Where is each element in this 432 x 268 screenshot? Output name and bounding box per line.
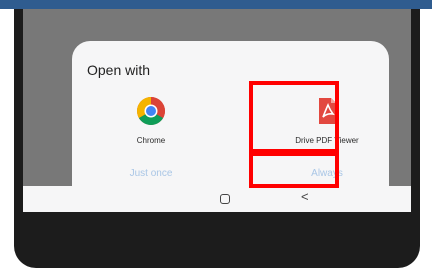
app-label-chrome: Chrome — [136, 136, 166, 145]
highlight-box-always — [249, 152, 339, 188]
top-border-bar — [0, 0, 432, 9]
dialog-title: Open with — [87, 62, 151, 78]
highlight-box-drive-pdf-viewer — [249, 81, 339, 153]
app-option-chrome[interactable]: Chrome — [96, 96, 206, 145]
home-square-icon[interactable] — [220, 194, 230, 204]
back-chevron-icon[interactable]: < — [301, 189, 309, 204]
just-once-button[interactable]: Just once — [96, 168, 206, 179]
navigation-bar: < — [23, 186, 411, 212]
chrome-icon — [136, 96, 166, 126]
device-screen: Open with Chrome Drive PDF Viewer Just o… — [23, 9, 411, 212]
